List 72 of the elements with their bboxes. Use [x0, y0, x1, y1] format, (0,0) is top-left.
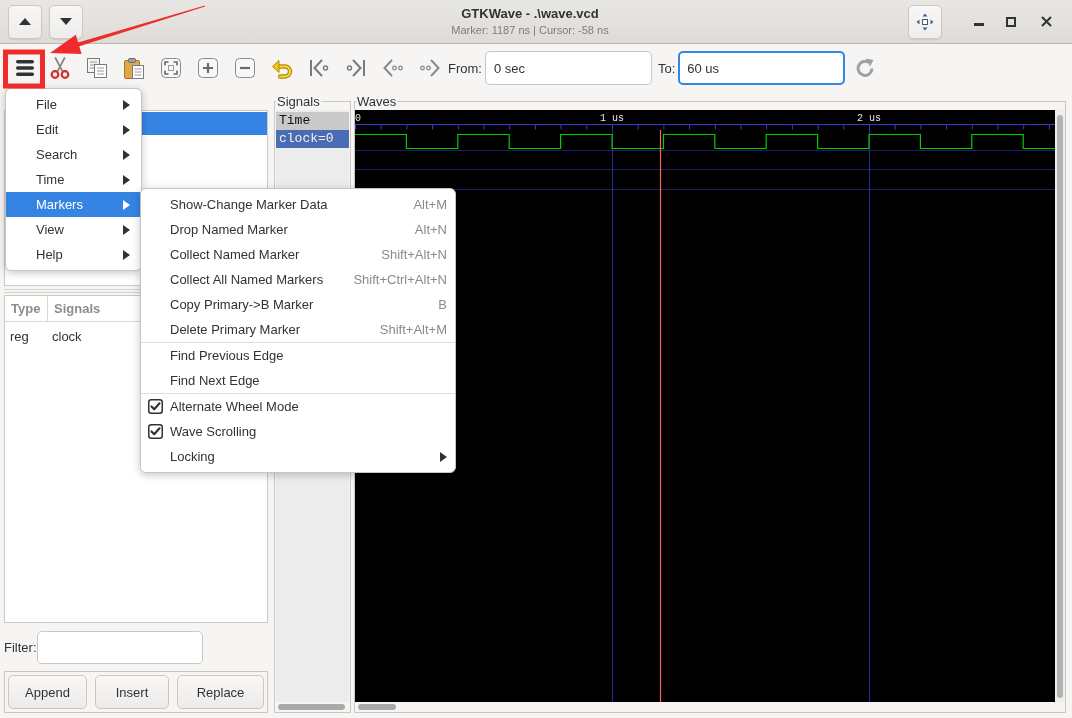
- menu-item[interactable]: Show-Change Marker Data Alt+M: [141, 192, 455, 217]
- down-triangle-icon: [60, 18, 72, 25]
- time-field[interactable]: 60 us: [678, 51, 846, 85]
- menu-item[interactable]: Search: [6, 142, 141, 167]
- menu-item[interactable]: Find Next Edge: [141, 368, 455, 393]
- menu-item[interactable]: Edit: [6, 117, 141, 142]
- menu-item[interactable]: Copy Primary->B Marker B: [141, 292, 455, 317]
- menu-item[interactable]: File: [6, 92, 141, 117]
- pane-title: Signals: [276, 94, 321, 109]
- menu-item[interactable]: Wave Scrolling: [141, 419, 455, 444]
- filter-label: Filter:: [4, 639, 37, 655]
- field-label: From:: [448, 60, 482, 76]
- checkbox[interactable]: [148, 424, 163, 439]
- plus-icon[interactable]: [196, 56, 220, 80]
- scrollbar-thumb[interactable]: [278, 704, 345, 710]
- window-subtitle: Marker: 1187 ns | Cursor: -58 ns: [451, 23, 609, 37]
- window-title: GTKWave - .\wave.vcd: [461, 6, 599, 22]
- time-label: 2 us: [857, 113, 881, 124]
- action-button[interactable]: Replace: [177, 675, 264, 709]
- table-cell-text: clock: [51, 328, 82, 344]
- shortcut-label: Alt+M: [413, 197, 447, 212]
- minus-icon[interactable]: [233, 56, 257, 80]
- move-button[interactable]: [908, 4, 942, 39]
- scrollbar-thumb[interactable]: [358, 704, 396, 710]
- field-label: To:: [657, 60, 676, 76]
- filter-field[interactable]: [37, 630, 203, 664]
- menu-item[interactable]: Find Previous Edge: [141, 343, 455, 368]
- scrollbar-thumb[interactable]: [1057, 115, 1063, 698]
- fit-icon[interactable]: [159, 56, 183, 80]
- shortcut-label: Shift+Alt+M: [379, 322, 447, 337]
- up-triangle-icon: [19, 18, 31, 25]
- shortcut-label: Shift+Ctrl+Alt+N: [353, 272, 447, 287]
- menu-item[interactable]: Drop Named Marker Alt+N: [141, 217, 455, 242]
- clipboard-icon[interactable]: [122, 56, 146, 80]
- menu-item[interactable]: Collect Named Marker Shift+Alt+N: [141, 242, 455, 267]
- close-icon[interactable]: [1041, 16, 1052, 27]
- caret-right-icon: [123, 124, 130, 135]
- caret-right-icon: [123, 99, 130, 110]
- menu-item[interactable]: Help: [6, 242, 141, 267]
- menu-item[interactable]: Alternate Wheel Mode: [141, 394, 455, 419]
- menu-item[interactable]: Delete Primary Marker Shift+Alt+M: [141, 317, 455, 342]
- copy-icon[interactable]: [85, 56, 109, 80]
- caret-right-icon: [123, 249, 130, 260]
- down-button[interactable]: [49, 4, 83, 39]
- signal-row[interactable]: Time: [276, 112, 349, 130]
- shortcut-label: Alt+N: [414, 222, 447, 237]
- menu-item[interactable]: Collect All Named Markers Shift+Ctrl+Alt+N: [141, 267, 455, 292]
- table-cell-text: reg: [9, 328, 30, 344]
- shortcut-label: Shift+Alt+N: [381, 247, 447, 262]
- menu-item[interactable]: View: [6, 217, 141, 242]
- caret-right-icon: [123, 149, 130, 160]
- time-field[interactable]: 0 sec: [484, 51, 652, 85]
- menu-item[interactable]: Time: [6, 167, 141, 192]
- caret-right-icon: [440, 451, 447, 462]
- signal-row[interactable]: clock=0: [276, 130, 349, 148]
- caret-right-icon: [123, 224, 130, 235]
- shortcut-label: B: [438, 297, 447, 312]
- menu-item[interactable]: Markers: [6, 192, 141, 217]
- time-label: 1 us: [600, 113, 624, 124]
- caret-right-icon: [123, 174, 130, 185]
- checkbox[interactable]: [148, 399, 163, 414]
- action-button[interactable]: Insert: [95, 675, 169, 709]
- maximize-icon[interactable]: [1006, 16, 1016, 27]
- menu-icon: [15, 59, 35, 77]
- time-label: 0: [355, 113, 361, 124]
- move-icon: [916, 12, 934, 31]
- menu-item[interactable]: Locking: [141, 444, 455, 469]
- scissors-icon[interactable]: [48, 56, 72, 80]
- pane-title: Waves: [356, 94, 398, 109]
- up-button[interactable]: [8, 4, 42, 39]
- caret-right-icon: [123, 199, 130, 210]
- action-button[interactable]: Append: [8, 675, 87, 709]
